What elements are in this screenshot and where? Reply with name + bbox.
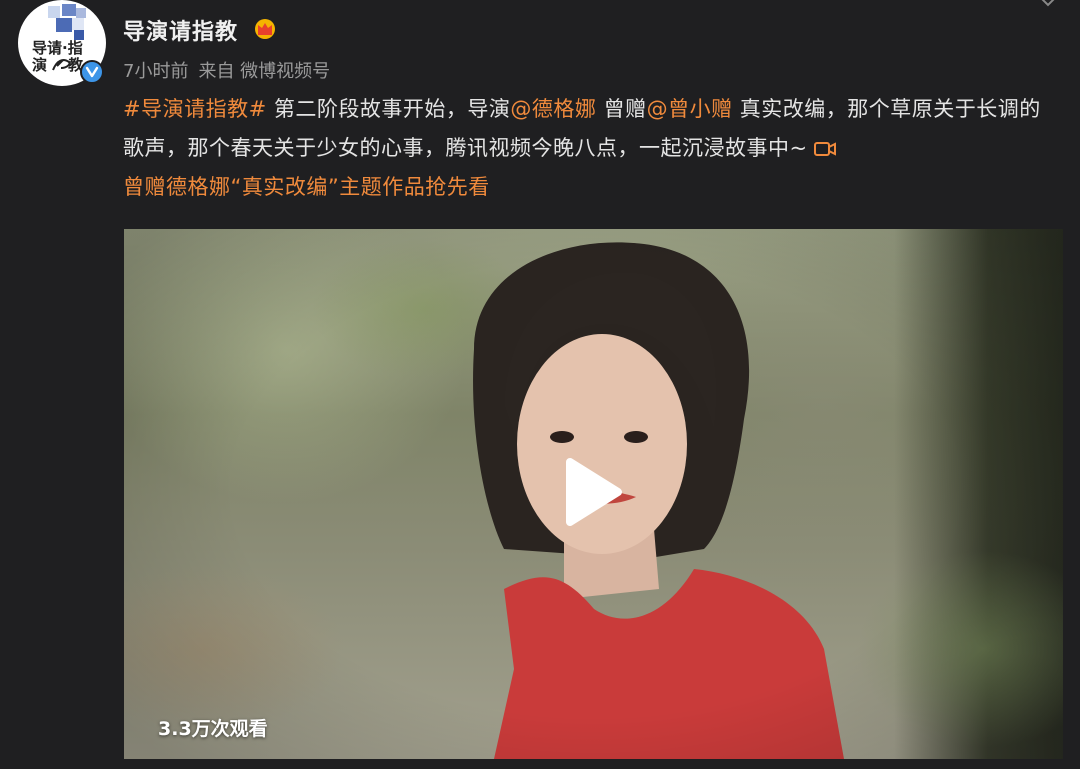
post-time[interactable]: 7小时前 <box>123 57 188 83</box>
video-link-icon[interactable] <box>813 141 836 157</box>
mention-zengxiaozeng[interactable]: @曾小赠 <box>647 97 733 121</box>
chevron-down-icon[interactable] <box>1036 0 1060 10</box>
avatar-text-left: 演 <box>32 56 48 74</box>
post-text-part2: 曾赠 <box>596 97 647 121</box>
view-count: 3.3万次观看 <box>158 718 268 740</box>
hashtag-link[interactable]: #导演请指教# <box>123 97 267 121</box>
mention-degena[interactable]: @德格娜 <box>510 97 596 121</box>
avatar-text-top: 导请·指 <box>32 39 83 57</box>
verified-icon <box>80 60 104 84</box>
play-icon[interactable] <box>560 456 624 528</box>
post-text: #导演请指教# 第二阶段故事开始，导演@德格娜 曾赠@曾小赠 真实改编，那个草原… <box>123 90 1053 207</box>
post-source[interactable]: 来自 微博视频号 <box>198 57 330 83</box>
post-text-part1: 第二阶段故事开始，导演 <box>266 97 511 121</box>
video-link[interactable]: 曾赠德格娜“真实改编”主题作品抢先看 <box>123 175 490 199</box>
author-name[interactable]: 导演请指教 <box>123 14 238 46</box>
avatar-hand-icon <box>52 59 71 71</box>
crown-icon <box>255 19 275 39</box>
post-meta: 7小时前 来自 微博视频号 <box>123 57 330 83</box>
weibo-post: 导请·指 演 教 导演请指教 7小时前 来自 微博视频号 #导演请指教# 第二阶… <box>0 0 1080 769</box>
